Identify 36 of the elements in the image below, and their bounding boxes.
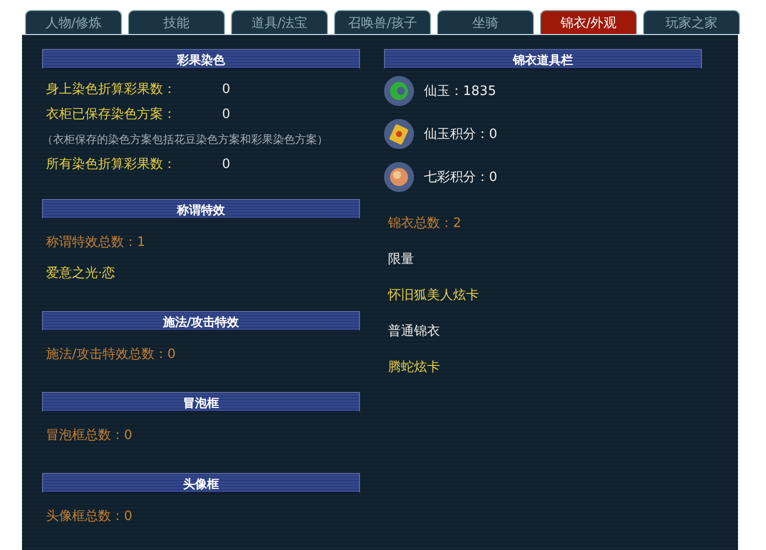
jade-coin-icon [384, 76, 414, 106]
total-count: 冒泡框总数：0 [46, 428, 132, 443]
section-header: 锦衣道具栏 [384, 49, 702, 69]
tab[interactable]: 道具/法宝 [231, 10, 328, 34]
total-count: 头像框总数：0 [46, 509, 132, 524]
tab[interactable]: 人物/修炼 [25, 10, 122, 34]
stat-label: 身上染色折算彩果数： [46, 81, 177, 99]
total-count: 锦衣总数：2 [388, 216, 462, 231]
stat-label: 衣柜已保存染色方案： [46, 106, 177, 124]
currency-label: 仙玉积分：0 [424, 126, 498, 142]
item-name: 怀旧狐美人炫卡 [388, 288, 479, 303]
shell-icon [384, 162, 414, 192]
section-header: 彩果染色 [42, 49, 360, 69]
stat-value: 0 [222, 81, 230, 99]
tab[interactable]: 召唤兽/孩子 [334, 10, 431, 34]
stat-value: 0 [222, 106, 230, 124]
stat-label: 所有染色折算彩果数： [46, 156, 177, 174]
tab[interactable]: 玩家之家 [643, 10, 740, 34]
stat-value: 0 [222, 156, 230, 174]
item-name: 腾蛇炫卡 [388, 360, 440, 375]
currency-label: 仙玉：1835 [424, 82, 496, 100]
group-label: 限量 [388, 252, 414, 267]
currency-label: 七彩积分：0 [424, 168, 498, 186]
section-header: 施法/攻击特效 [42, 311, 360, 331]
group-label: 普通锦衣 [388, 324, 440, 339]
note-text: （衣柜保存的染色方案包括花豆染色方案和彩果染色方案） [42, 133, 328, 146]
item-name: 爱意之光·恋 [46, 266, 116, 281]
card-icon [384, 118, 414, 148]
section-header: 冒泡框 [42, 392, 360, 412]
section-header: 称谓特效 [42, 199, 360, 219]
total-count: 施法/攻击特效总数：0 [46, 347, 176, 362]
tab[interactable]: 锦衣/外观 [540, 10, 637, 34]
total-count: 称谓特效总数：1 [46, 235, 146, 250]
tab[interactable]: 坐骑 [437, 10, 534, 34]
tab[interactable]: 技能 [128, 10, 225, 34]
section-header: 头像框 [42, 473, 360, 493]
